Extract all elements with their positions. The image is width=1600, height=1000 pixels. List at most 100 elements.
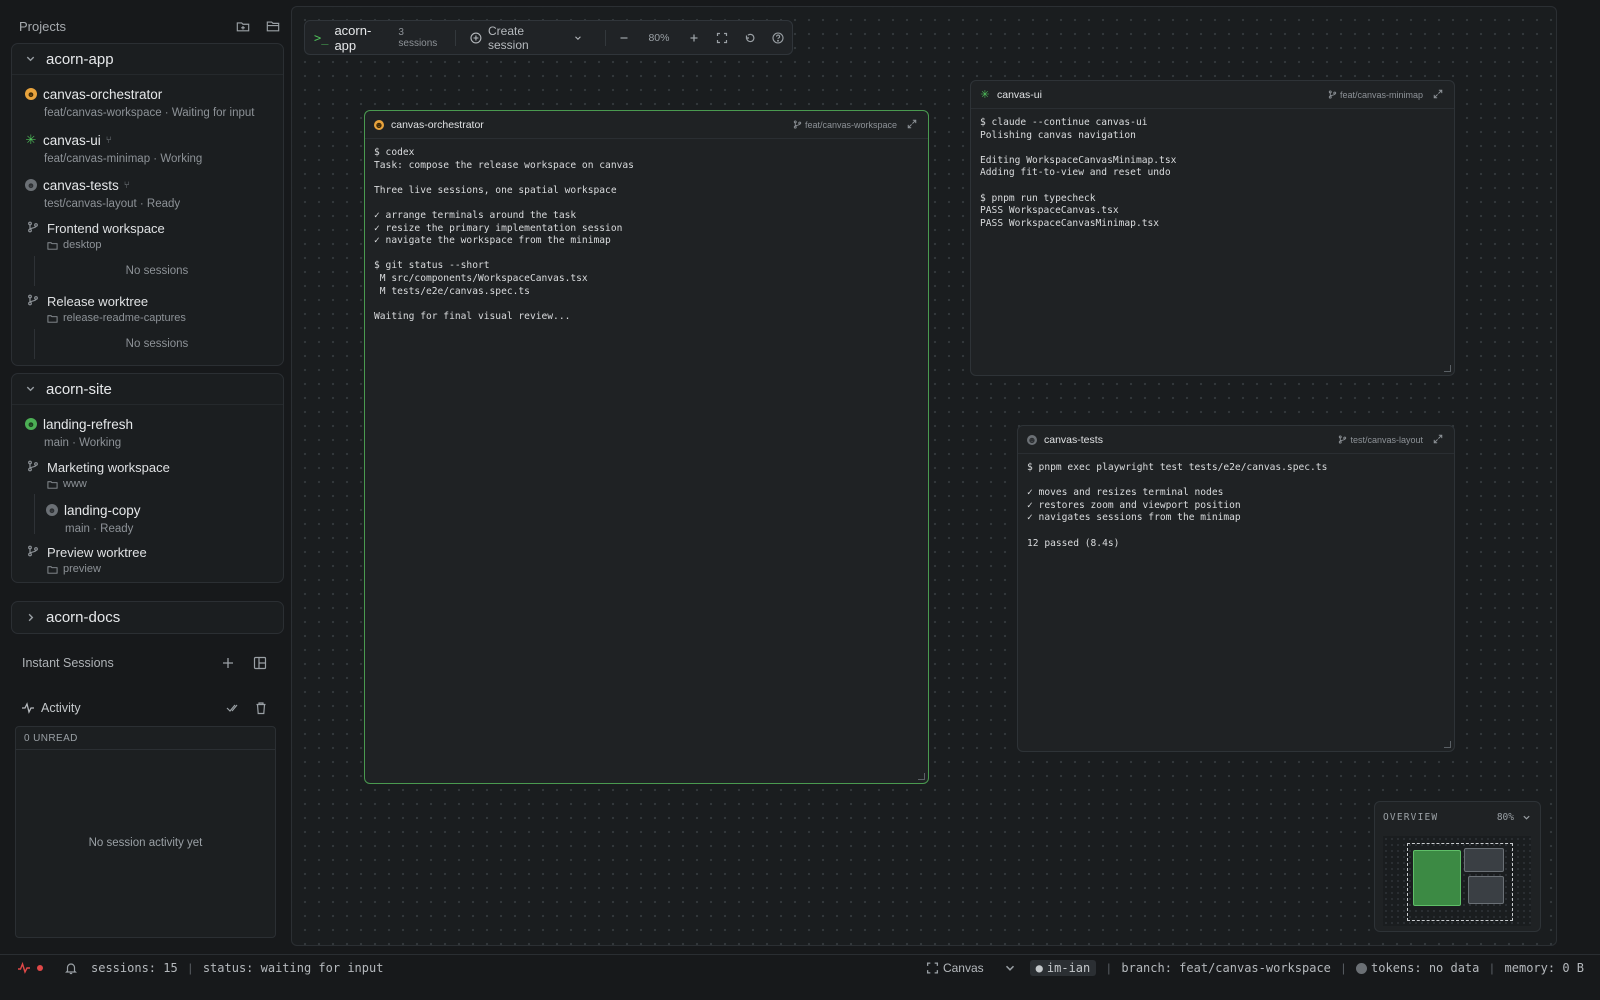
terminal-branch: test/canvas-layout: [1350, 434, 1423, 445]
session-canvas-orchestrator[interactable]: ☻ canvas-orchestrator feat/canvas-workspa…: [25, 85, 280, 119]
layout-icon[interactable]: [252, 655, 268, 671]
terminal-header[interactable]: ☻ canvas-tests test/canvas-layout: [1018, 426, 1454, 454]
terminal-header[interactable]: ✳ canvas-ui feat/canvas-minimap: [971, 81, 1454, 109]
divider: [16, 749, 275, 750]
sessions-count: sessions: 15: [91, 960, 178, 975]
overview-zoom-dropdown[interactable]: 80%: [1497, 812, 1531, 823]
branch-icon: ⑂: [105, 134, 112, 146]
worktree-name: Preview worktree: [47, 544, 147, 560]
terminal-prompt-icon: >_: [314, 30, 329, 45]
terminal-canvas-tests[interactable]: ☻ canvas-tests test/canvas-layout $ pnpm…: [1017, 425, 1455, 752]
github-username: im-ian: [1046, 961, 1091, 975]
tree-line: [34, 256, 35, 286]
branch-status: branch: feat/canvas-workspace: [1121, 961, 1331, 975]
worktree-folder: release-readme-captures: [63, 312, 186, 324]
overview-minimap: OVERVIEW 80%: [1374, 801, 1541, 932]
project-acorn-docs: acorn-docs: [11, 601, 284, 634]
no-sessions-label: No sessions: [125, 338, 189, 350]
session-name: canvas-tests: [43, 177, 119, 193]
idle-status-icon: ☻: [1027, 434, 1037, 445]
expand-icon[interactable]: [1433, 434, 1445, 446]
worktree-marketing[interactable]: Marketing workspace www: [27, 459, 277, 490]
project-header[interactable]: acorn-docs: [12, 602, 283, 633]
separator: |: [1107, 961, 1111, 975]
project-acorn-site: acorn-site ☻ landing-refresh main · Worki…: [11, 373, 284, 583]
worktree-name: Frontend workspace: [47, 220, 165, 236]
workspace-canvas[interactable]: >_ acorn-app 3 sessions Create session 8…: [291, 6, 1557, 946]
tree-line: [34, 329, 35, 359]
folder-icon: [47, 241, 58, 250]
reset-undo-button[interactable]: [736, 32, 764, 44]
session-count: 3 sessions: [398, 26, 438, 49]
memory-status: memory: 0 B: [1504, 961, 1584, 975]
terminal-title: canvas-orchestrator: [391, 118, 484, 131]
plus-circle-icon: [470, 32, 482, 43]
worktree-name: Release worktree: [47, 293, 149, 309]
git-branch-icon: [27, 221, 41, 235]
terminal-canvas-ui[interactable]: ✳ canvas-ui feat/canvas-minimap $ claude…: [970, 80, 1455, 376]
minimap-area[interactable]: [1383, 836, 1531, 926]
mark-read-icon[interactable]: [225, 700, 241, 716]
project-header[interactable]: acorn-site: [12, 374, 283, 405]
session-landing-refresh[interactable]: ☻ landing-refresh main · Working: [25, 415, 280, 449]
zoom-out-button[interactable]: [610, 32, 638, 44]
github-user-badge[interactable]: ● im-ian: [1029, 960, 1097, 976]
status-bar: sessions: 15 | status: waiting for input…: [0, 954, 1600, 980]
plus-icon[interactable]: [220, 655, 236, 671]
minimap-node-tests[interactable]: [1468, 876, 1504, 904]
chevron-down-icon[interactable]: [1002, 960, 1018, 976]
create-session-button[interactable]: Create session: [470, 24, 583, 52]
minimap-node-ui[interactable]: [1464, 848, 1504, 872]
terminal-header[interactable]: ☻ canvas-orchestrator feat/canvas-worksp…: [365, 111, 928, 139]
terminal-output[interactable]: $ pnpm exec playwright test tests/e2e/ca…: [1027, 462, 1445, 550]
fit-to-view-button[interactable]: [708, 32, 736, 44]
resize-handle[interactable]: [918, 773, 925, 780]
chevron-down-icon: [575, 35, 581, 40]
session-canvas-tests[interactable]: ☻ canvas-tests ⑂ test/canvas-layout · Read…: [25, 176, 280, 210]
open-folder-icon[interactable]: [265, 18, 281, 34]
new-folder-icon[interactable]: [235, 18, 251, 34]
tokens-icon: [1356, 962, 1368, 974]
trash-icon[interactable]: [253, 700, 269, 716]
project-acorn-app: acorn-app ☻ canvas-orchestrator feat/canv…: [11, 43, 284, 366]
minimap-node-orchestrator[interactable]: [1413, 850, 1461, 906]
terminal-output[interactable]: $ codex Task: compose the release worksp…: [374, 147, 919, 323]
zoom-level: 80%: [648, 31, 670, 44]
project-name: acorn-docs: [46, 609, 121, 626]
session-landing-copy[interactable]: ☻ landing-copy main · Ready: [46, 501, 276, 535]
project-name: acorn-site: [46, 380, 112, 398]
worktree-frontend-workspace[interactable]: Frontend workspace desktop: [27, 220, 277, 251]
project-header[interactable]: acorn-app: [12, 44, 283, 75]
session-name: landing-refresh: [43, 416, 134, 432]
session-name: canvas-orchestrator: [43, 86, 163, 102]
worktree-folder: www: [63, 478, 87, 490]
worktree-preview[interactable]: Preview worktree preview: [27, 544, 277, 575]
terminal-title: canvas-ui: [997, 88, 1042, 101]
expand-icon[interactable]: [907, 119, 919, 131]
tree-line: [34, 494, 35, 534]
git-branch-icon: [27, 294, 41, 308]
terminal-output[interactable]: $ claude --continue canvas-ui Polishing …: [980, 117, 1445, 230]
git-branch-icon: [793, 120, 802, 129]
view-mode-label[interactable]: Canvas: [943, 961, 984, 975]
terminal-branch: feat/canvas-workspace: [804, 119, 897, 130]
bell-icon[interactable]: [63, 960, 79, 976]
idle-status-icon: ☻: [25, 179, 37, 191]
projects-header: Projects: [19, 16, 281, 36]
zoom-in-button[interactable]: [680, 32, 708, 44]
activity-header: Activity: [21, 700, 269, 716]
resize-handle[interactable]: [1444, 365, 1451, 372]
help-button[interactable]: [764, 31, 792, 44]
session-canvas-ui[interactable]: ✳ canvas-ui ⑂ feat/canvas-minimap · Workin…: [25, 131, 280, 165]
terminal-canvas-orchestrator[interactable]: ☻ canvas-orchestrator feat/canvas-worksp…: [364, 110, 929, 784]
git-branch-icon: [27, 545, 41, 559]
resize-handle[interactable]: [1444, 741, 1451, 748]
worktree-release[interactable]: Release worktree release-readme-captures: [27, 293, 277, 324]
working-spinner-icon: ✳: [980, 89, 990, 101]
canvas-view-icon: [926, 960, 939, 976]
activity-pulse-icon[interactable]: [17, 960, 31, 976]
git-branch-icon: [1339, 435, 1347, 444]
sidebar: Projects acorn-app ☻ canvas-orchestrator …: [0, 0, 290, 968]
expand-icon[interactable]: [1433, 89, 1445, 101]
no-sessions-label: No sessions: [125, 265, 189, 277]
